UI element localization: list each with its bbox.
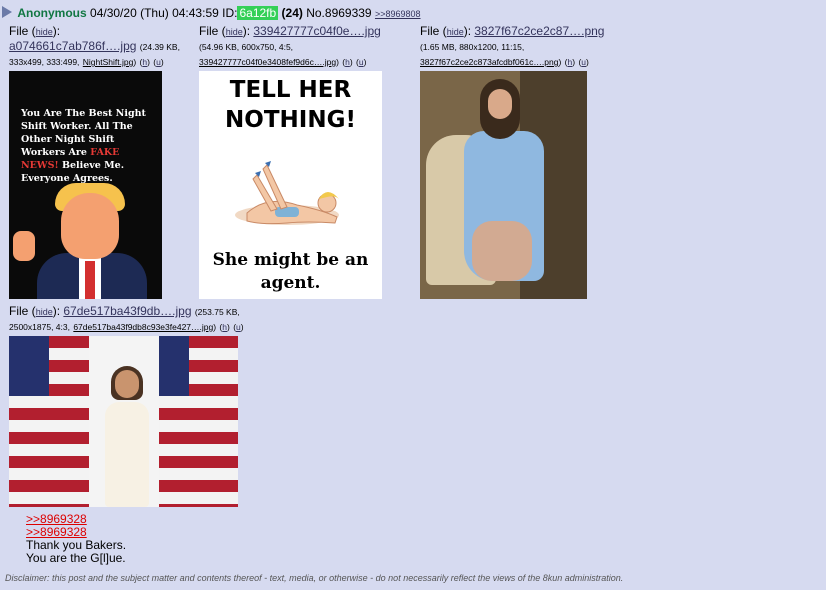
pinup-illustration — [235, 161, 339, 225]
woman-figure — [105, 366, 149, 507]
quote-link[interactable]: >>8969328 — [26, 525, 87, 539]
poster-post-count: (24) — [281, 6, 303, 20]
original-filename-link[interactable]: 339427777c04f0e3408fef9d6c….jpg — [199, 57, 336, 67]
post-intro: Anonymous 04/30/20 (Thu) 04:43:59 ID: 6a1… — [2, 6, 421, 20]
file-size: (1.65 MB, 880x1200, 11:15, — [420, 42, 525, 52]
thumbnail-headline: TELL HER NOTHING! — [225, 77, 356, 133]
file-name-link[interactable]: 339427777c04f0e….jpg — [253, 24, 380, 38]
poster-name: Anonymous — [17, 6, 87, 20]
reply-backlink[interactable]: >>8969808 — [375, 9, 421, 19]
file-thumbnail-3[interactable] — [420, 71, 587, 299]
file-info-4: File (hide): 67de517ba43f9db….jpg (253.7… — [9, 304, 244, 332]
file-name-link[interactable]: 67de517ba43f9db….jpg — [63, 304, 191, 318]
hide-file-link[interactable]: hide — [447, 27, 464, 37]
quote-link[interactable]: >>8969328 — [26, 512, 87, 526]
thumbnail-caption: She might be an agent. — [212, 250, 369, 293]
disclaimer-text: Disclaimer: this post and the subject ma… — [5, 573, 624, 583]
file-info-2: File (hide): 339427777c04f0e….jpg (54.96… — [199, 24, 381, 67]
post-body: >>8969328 >>8969328 Thank you Bakers. Yo… — [26, 513, 126, 565]
h-link[interactable]: h — [345, 57, 350, 67]
file-name-link[interactable]: a074661c7ab786f….jpg — [9, 39, 136, 53]
poster-id[interactable]: 6a12fb — [237, 6, 279, 20]
original-filename-link[interactable]: 67de517ba43f9db8c93e3fe427….jpg — [73, 322, 213, 332]
file-thumbnail-2[interactable]: TELL HER NOTHING! She might be an agent. — [199, 71, 382, 299]
file-info-1: File (hide): a074661c7ab786f….jpg (24.39… — [9, 24, 180, 67]
u-link[interactable]: u — [359, 57, 364, 67]
post-number-link[interactable]: No.8969339 — [306, 6, 371, 20]
file-size: (54.96 KB, 600x750, 4:5, — [199, 42, 294, 52]
file-dimensions: 2500x1875, 4:3, — [9, 322, 70, 332]
file-name-link[interactable]: 3827f67c2ce2c87….png — [474, 24, 604, 38]
hide-file-link[interactable]: hide — [36, 27, 53, 37]
h-link[interactable]: h — [568, 57, 573, 67]
file-thumbnail-1[interactable]: You Are The Best Night Shift Worker. All… — [9, 71, 162, 299]
u-link[interactable]: u — [156, 57, 161, 67]
post-container: Anonymous 04/30/20 (Thu) 04:43:59 ID: 6a1… — [0, 0, 826, 590]
expand-arrow-icon[interactable] — [2, 6, 12, 18]
original-filename-link[interactable]: 3827f67c2ce2c873afcdbf061c….png — [420, 57, 558, 67]
file-label: File — [199, 24, 219, 38]
file-size: (253.75 KB, — [194, 307, 240, 317]
file-dimensions: 333x499, 333:499, — [9, 57, 80, 67]
u-link[interactable]: u — [236, 322, 241, 332]
poster-id-label: ID: — [222, 6, 238, 20]
file-info-3: File (hide): 3827f67c2ce2c87….png (1.65 … — [420, 24, 605, 67]
body-line: You are the G[l]ue. — [26, 551, 126, 565]
file-label: File — [420, 24, 440, 38]
post-datetime: 04/30/20 (Thu) 04:43:59 — [90, 6, 219, 20]
h-link[interactable]: h — [142, 57, 147, 67]
file-label: File — [9, 24, 29, 38]
file-size: (24.39 KB, — [139, 42, 180, 52]
hide-file-link[interactable]: hide — [36, 307, 53, 317]
hide-file-link[interactable]: hide — [226, 27, 243, 37]
h-link[interactable]: h — [222, 322, 227, 332]
file-label: File — [9, 304, 29, 318]
original-filename-link[interactable]: NightShift.jpg — [83, 57, 134, 67]
file-thumbnail-4[interactable] — [9, 336, 238, 507]
thumbnail-caption: You Are The Best Night Shift Worker. All… — [21, 108, 146, 184]
u-link[interactable]: u — [581, 57, 586, 67]
body-line: Thank you Bakers. — [26, 538, 127, 552]
